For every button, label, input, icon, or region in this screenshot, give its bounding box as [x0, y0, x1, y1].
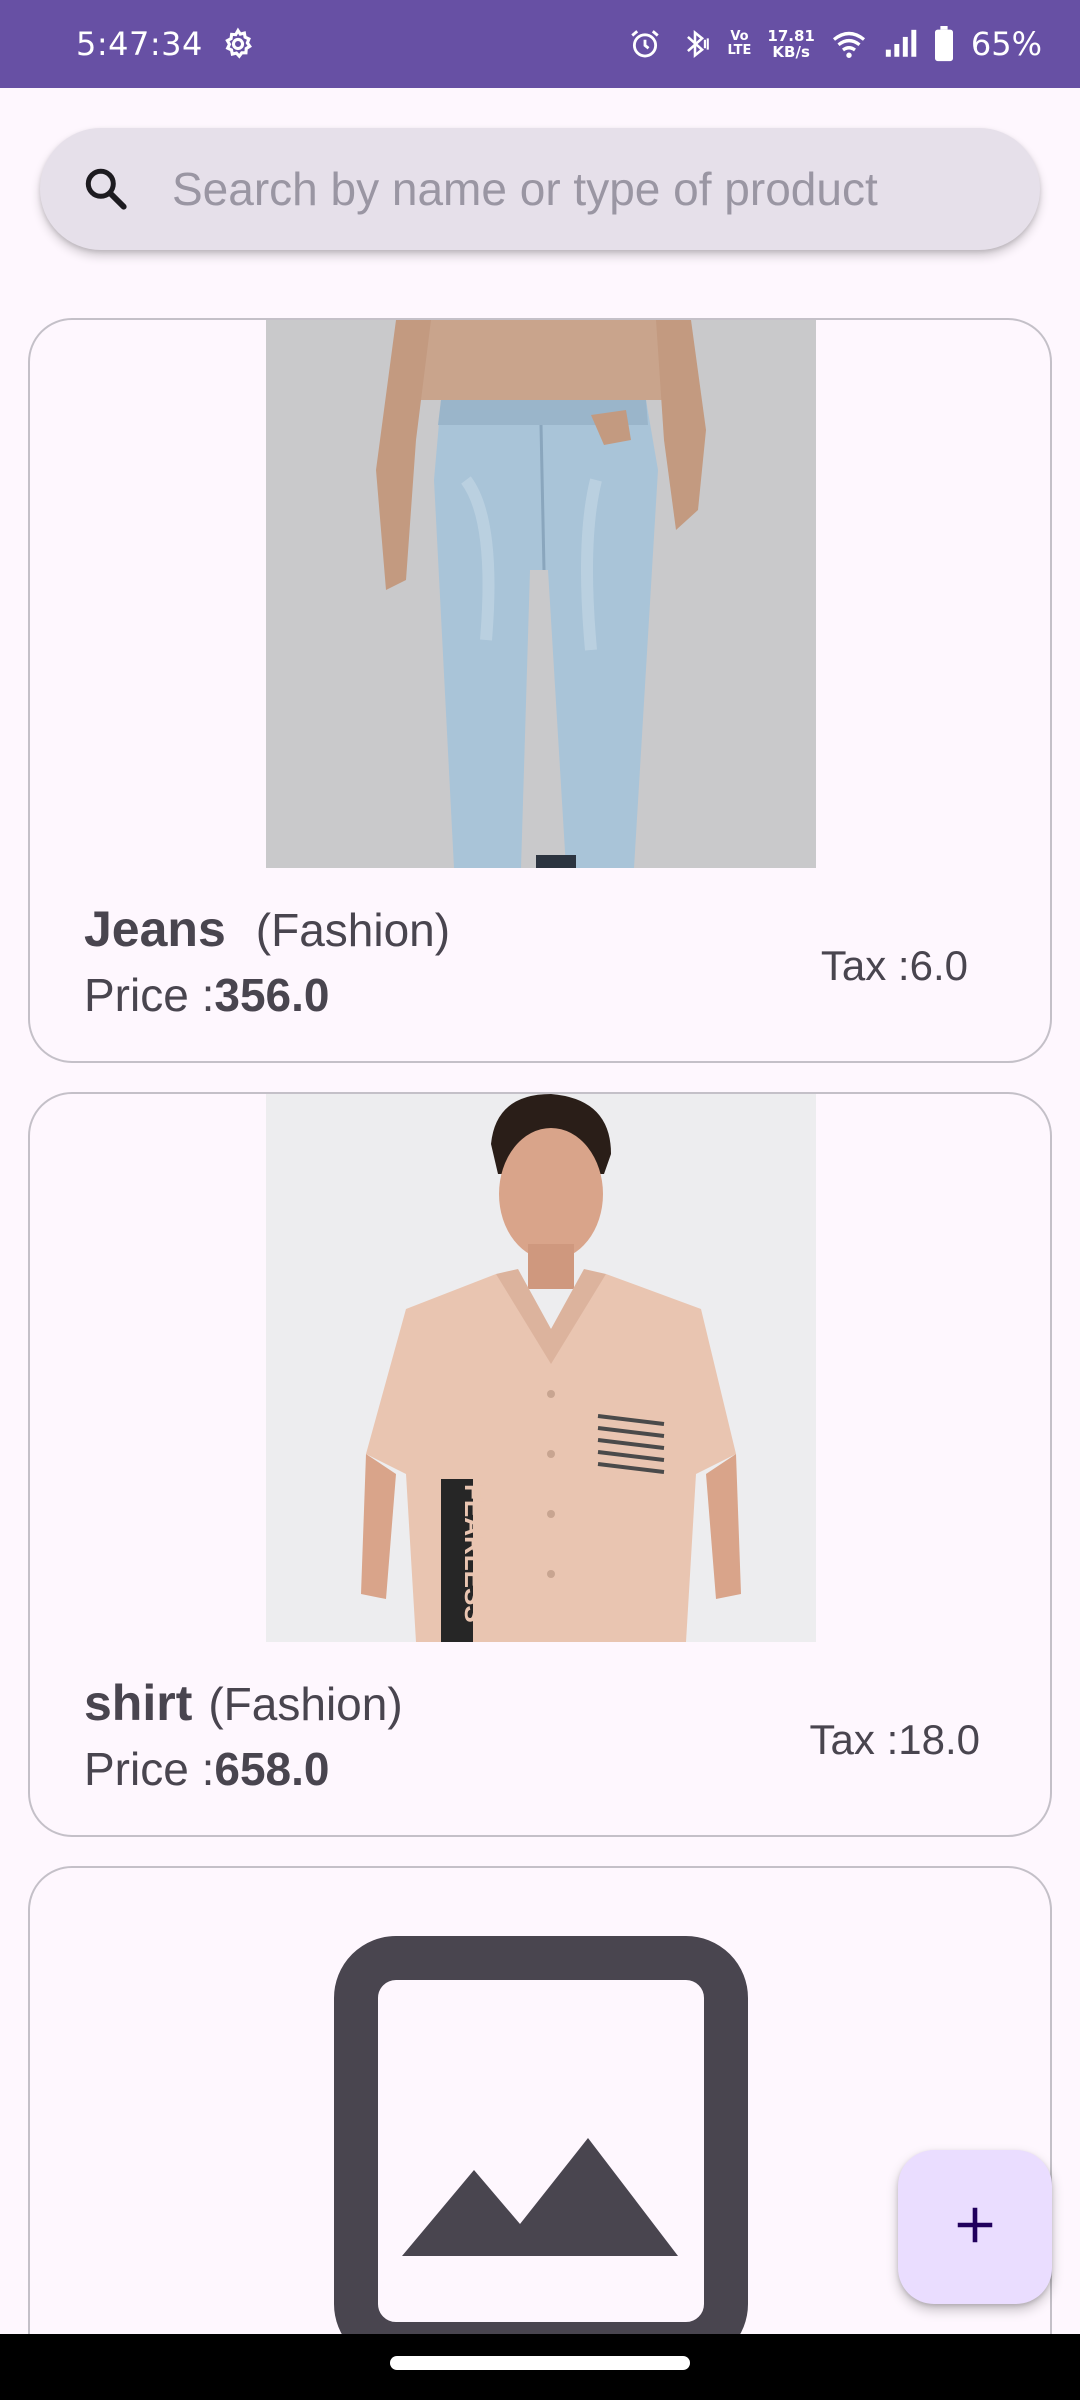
jeans-photo [266, 320, 816, 868]
product-info: Jeans (Fashion) Price :356.0 Tax :6.0 [84, 900, 980, 1022]
product-info: shirt (Fashion) Price :658.0 Tax :18.0 [84, 1674, 980, 1796]
search-bar[interactable] [40, 128, 1040, 250]
volte-top: Vo [730, 29, 749, 44]
image-placeholder-icon [334, 1936, 748, 2366]
price-value: 356.0 [214, 969, 330, 1021]
cellular-signal-icon [883, 29, 917, 59]
status-bar: 5:47:34 Vo LTE 17.81 KB/s 65% [0, 0, 1080, 88]
product-category: (Fashion) [255, 904, 451, 956]
pocket-print [596, 1409, 666, 1479]
search-input[interactable] [172, 162, 1040, 216]
battery-icon [933, 26, 955, 62]
network-speed-unit: KB/s [772, 43, 810, 61]
shirt-print-text: FEARLESS [459, 1484, 489, 1623]
product-card-jeans[interactable]: Jeans (Fashion) Price :356.0 Tax :6.0 [28, 318, 1052, 1063]
battery-percent: 65% [970, 25, 1042, 63]
network-speed: 17.81 KB/s [767, 28, 814, 60]
product-tax: Tax :6.0 [820, 942, 968, 989]
product-card-placeholder[interactable] [28, 1866, 1052, 2400]
product-tax: Tax :18.0 [809, 1716, 980, 1763]
volte-indicator: Vo LTE [728, 30, 752, 58]
status-time: 5:47:34 [76, 25, 203, 63]
network-speed-value: 17.81 [767, 27, 815, 45]
plus-icon [952, 2202, 998, 2253]
wifi-icon [831, 28, 867, 60]
settings-gear-icon [221, 27, 255, 61]
add-product-button[interactable] [898, 2150, 1052, 2304]
alarm-icon [628, 27, 662, 61]
navigation-bar [0, 2334, 1080, 2400]
home-gesture-handle[interactable] [390, 2356, 690, 2370]
product-category: (Fashion) [208, 1678, 403, 1730]
price-label: Price : [84, 969, 215, 1021]
product-name: shirt [84, 1675, 193, 1731]
search-icon[interactable] [80, 163, 132, 215]
product-card-shirt[interactable]: FEARLESS shirt (Fashion) Price :658.0 Ta… [28, 1092, 1052, 1837]
shirt-photo: FEARLESS [266, 1094, 816, 1642]
product-name: Jeans [84, 901, 226, 957]
bluetooth-icon [678, 27, 712, 61]
price-value: 658.0 [214, 1743, 330, 1795]
price-label: Price : [84, 1743, 215, 1795]
volte-bottom: LTE [727, 43, 752, 58]
